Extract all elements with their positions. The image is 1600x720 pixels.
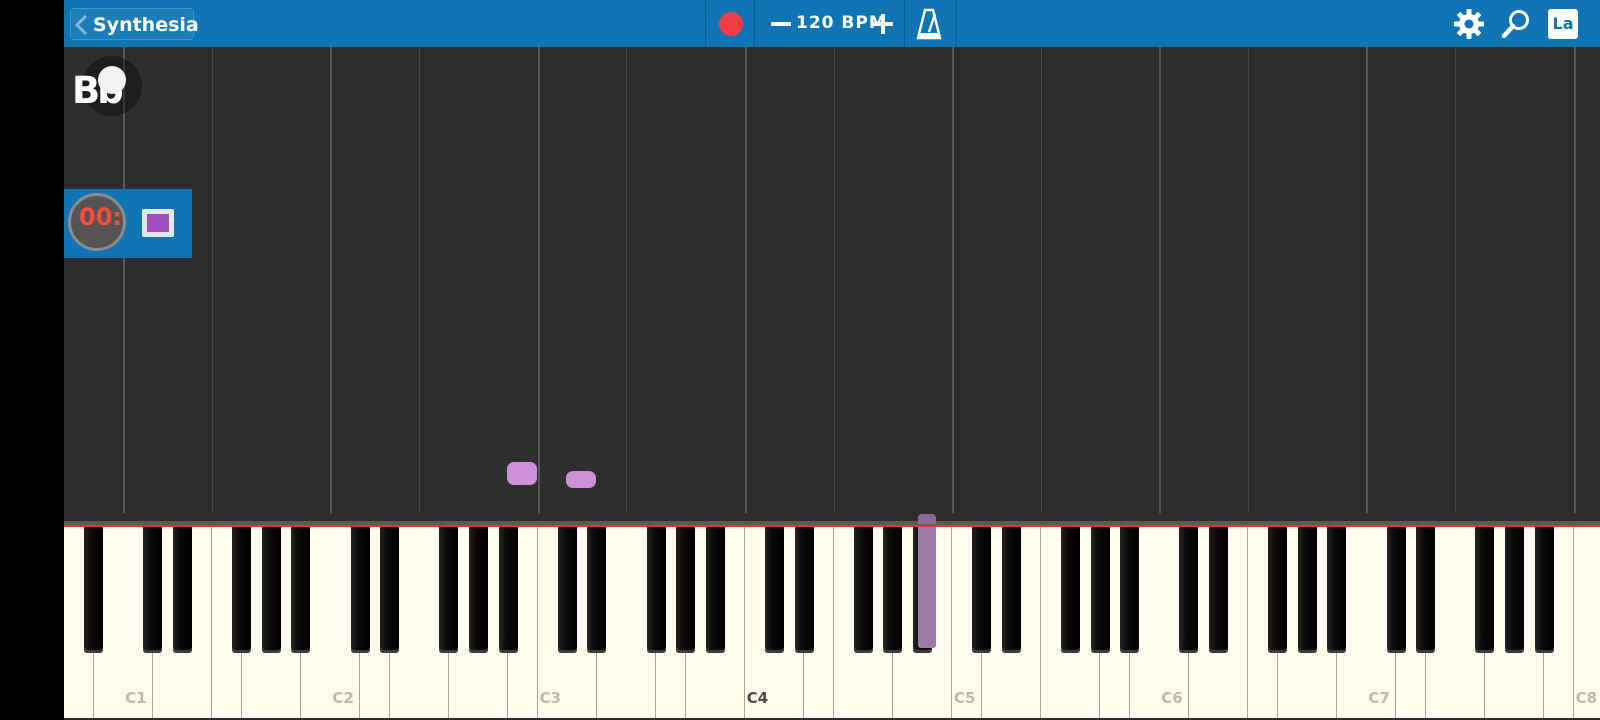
black-key[interactable] <box>1090 527 1110 650</box>
half-octave-line <box>1040 47 1042 513</box>
top-bar: Synthesia 120 BPM La <box>64 0 1600 47</box>
octave-line <box>1159 47 1162 513</box>
black-key[interactable] <box>232 527 252 650</box>
black-key[interactable] <box>1179 527 1199 650</box>
track-color-button[interactable] <box>142 209 174 237</box>
transport-controls: 120 BPM <box>705 0 957 47</box>
record-button[interactable] <box>716 9 746 39</box>
octave-label: C1 <box>125 689 147 707</box>
half-octave-line <box>212 47 213 513</box>
chevron-left-icon <box>74 15 88 35</box>
pressed-key <box>918 527 936 648</box>
key-signature-knob <box>98 66 126 94</box>
note-label-button[interactable]: La <box>1548 9 1578 39</box>
half-octave-line <box>1248 47 1249 513</box>
half-octave-line <box>833 47 835 513</box>
octave-line <box>123 47 126 513</box>
key-signature-badge[interactable]: Bb <box>72 56 142 116</box>
octave-label: C2 <box>332 689 354 707</box>
timer-dial[interactable]: 00:00 <box>68 193 126 251</box>
bpm-increase-button[interactable] <box>871 10 895 36</box>
magnifier-icon[interactable] <box>1500 8 1532 40</box>
black-key[interactable] <box>646 527 666 650</box>
note-roll <box>64 47 1600 513</box>
black-key[interactable] <box>172 527 192 650</box>
half-octave-line <box>419 47 421 513</box>
half-octave-line <box>1455 47 1457 513</box>
black-key[interactable] <box>1208 527 1228 650</box>
timer-readout: 00:00 <box>79 203 123 231</box>
black-key[interactable] <box>1268 527 1288 650</box>
black-key[interactable] <box>439 527 459 650</box>
back-button-label: Synthesia <box>93 14 199 36</box>
black-key[interactable] <box>1534 527 1554 650</box>
black-key[interactable] <box>84 527 104 650</box>
octave-label: C8 <box>1575 689 1598 707</box>
black-key[interactable] <box>1416 527 1436 650</box>
bpm-decrease-button[interactable] <box>769 10 793 36</box>
divider <box>754 0 755 47</box>
octave-line <box>952 47 954 513</box>
octave-label: C3 <box>539 689 562 707</box>
octave-label: C6 <box>1161 689 1183 707</box>
black-key[interactable] <box>853 527 873 650</box>
octave-line <box>330 47 333 513</box>
octave-label: C4 <box>746 689 769 707</box>
black-key[interactable] <box>1120 527 1140 650</box>
black-key[interactable] <box>972 527 992 650</box>
black-key[interactable] <box>1504 527 1524 650</box>
octave-line <box>537 47 540 513</box>
timer-panel: 00:00 <box>64 189 192 258</box>
falling-note <box>566 471 596 488</box>
octave-label: C7 <box>1368 689 1390 707</box>
metronome-icon[interactable] <box>914 8 944 40</box>
record-icon <box>719 12 743 36</box>
black-key[interactable] <box>1327 527 1347 650</box>
black-key[interactable] <box>883 527 903 650</box>
black-key[interactable] <box>764 527 784 650</box>
half-octave-line <box>626 47 628 513</box>
black-key[interactable] <box>794 527 814 650</box>
octave-line <box>744 47 747 513</box>
black-key[interactable] <box>1001 527 1021 650</box>
piano-keyboard: C1 C2 C3 C4 C5 C6 C7 C8 <box>64 527 1600 720</box>
black-key[interactable] <box>350 527 370 650</box>
octave-line <box>1366 47 1369 513</box>
black-key[interactable] <box>1297 527 1317 650</box>
synthesia-app: Synthesia 120 BPM La Bb 00: C1 C2 C3 C4 … <box>64 0 1600 720</box>
track-color-swatch <box>147 214 169 232</box>
black-key[interactable] <box>261 527 281 650</box>
octave-line <box>1573 47 1576 513</box>
black-key[interactable] <box>468 527 488 650</box>
black-key[interactable] <box>676 527 696 650</box>
black-key[interactable] <box>705 527 725 650</box>
black-key[interactable] <box>143 527 163 650</box>
black-key[interactable] <box>1060 527 1080 650</box>
back-button[interactable]: Synthesia <box>70 8 199 40</box>
black-key[interactable] <box>587 527 607 650</box>
falling-note <box>507 462 537 485</box>
divider <box>904 0 905 47</box>
black-key[interactable] <box>557 527 577 650</box>
note-hit-marker <box>918 514 936 524</box>
gear-icon[interactable] <box>1453 8 1485 40</box>
black-key[interactable] <box>291 527 311 650</box>
black-key[interactable] <box>498 527 518 650</box>
black-key[interactable] <box>1475 527 1495 650</box>
black-key[interactable] <box>380 527 400 650</box>
black-key[interactable] <box>1386 527 1406 650</box>
octave-label: C5 <box>954 689 976 707</box>
